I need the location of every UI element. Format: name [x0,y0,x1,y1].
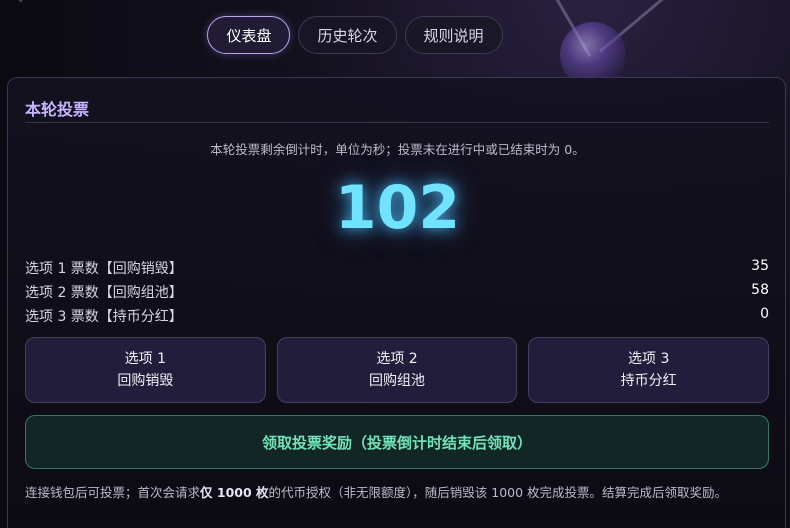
tab-bar: 仪表盘 历史轮次 规则说明 [0,16,790,54]
divider [25,122,769,123]
background-decoration [18,0,67,3]
vote-option-number: 选项 1 [124,351,167,367]
tab-history[interactable]: 历史轮次 [298,16,397,54]
vote-buttons: 选项 1 回购销毁 选项 2 回购组池 选项 3 持币分红 [25,337,770,403]
tally-count: 0 [760,306,769,322]
tally-count: 35 [751,258,769,274]
tally-row-option-2: 选项 2 票数【回购组池】 58 [25,282,769,302]
panel-title: 本轮投票 [25,100,90,119]
vote-option-name: 回购销毁 [117,373,174,389]
vote-option-2-button[interactable]: 选项 2 回购组池 [276,337,518,403]
vote-option-number: 选项 2 [376,351,418,367]
tally-label: 选项 1 票数【回购销毁】 [25,261,183,277]
footnote: 连接钱包后可投票；首次会请求仅 1000 枚的代币授权（非无限额度），随后销毁该… [25,483,769,503]
vote-option-3-button[interactable]: 选项 3 持币分红 [528,337,770,403]
countdown-value: 102 [334,173,461,243]
claim-reward-button[interactable]: 领取投票奖励（投票倒计时结束后领取） [25,415,769,469]
vote-option-name: 持币分红 [620,373,677,389]
tab-dashboard[interactable]: 仪表盘 [207,16,291,54]
tab-rules[interactable]: 规则说明 [404,16,503,54]
footnote-text: 的代币授权（非无限额度），随后销毁该 1000 枚完成投票。结算完成后领取奖励。 [268,485,728,500]
countdown-hint: 本轮投票剩余倒计时，单位为秒；投票未在进行中或已结束时为 0。 [210,142,585,157]
tally-label: 选项 3 票数【持币分红】 [25,309,183,325]
tally-count: 58 [751,282,769,298]
tally-row-option-3: 选项 3 票数【持币分红】 0 [25,306,769,326]
footnote-emphasis: 仅 1000 枚 [200,485,269,500]
current-round-panel: 本轮投票 本轮投票剩余倒计时，单位为秒；投票未在进行中或已结束时为 0。 102… [7,77,786,528]
vote-option-1-button[interactable]: 选项 1 回购销毁 [25,337,266,403]
vote-option-number: 选项 3 [628,351,670,367]
vote-option-name: 回购组池 [369,373,425,389]
footnote-text: 连接钱包后可投票；首次会请求 [25,485,201,500]
tally-label: 选项 2 票数【回购组池】 [25,285,183,301]
tally-row-option-1: 选项 1 票数【回购销毁】 35 [25,258,769,278]
